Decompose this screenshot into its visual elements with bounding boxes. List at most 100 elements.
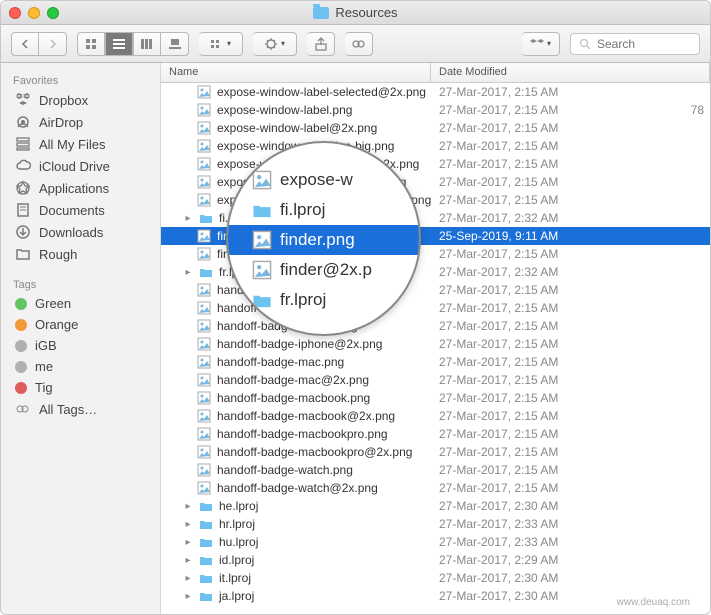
file-row[interactable]: handoff-badge-watch.png27-Mar-2017, 2:15… [161, 461, 710, 479]
file-list-pane: Name Date Modified expose-window-label-s… [161, 63, 710, 614]
tag-color-icon [15, 361, 27, 373]
tag-item-all-tags-[interactable]: All Tags… [1, 398, 160, 420]
tag-label: Tig [35, 380, 53, 395]
list-view-button[interactable] [105, 32, 133, 56]
image-file-icon [197, 247, 211, 261]
image-file-icon [197, 157, 211, 171]
tags-header: Tags [1, 275, 160, 293]
folder-icon [15, 246, 31, 262]
downloads-icon [15, 224, 31, 240]
file-date: 27-Mar-2017, 2:15 AM [439, 373, 558, 387]
tag-item-igb[interactable]: iGB [1, 335, 160, 356]
arrange-button[interactable]: ▾ [199, 32, 243, 56]
sidebar-item-rough[interactable]: Rough [1, 243, 160, 265]
file-row[interactable]: expose-window-selection-big@2x.png27-Mar… [161, 155, 710, 173]
file-date: 27-Mar-2017, 2:15 AM [439, 121, 558, 135]
image-file-icon [197, 373, 211, 387]
file-row[interactable]: ▸it.lproj27-Mar-2017, 2:30 AM [161, 569, 710, 587]
file-date: 27-Mar-2017, 2:15 AM [439, 445, 558, 459]
file-row[interactable]: handoff-badge-macbookpro@2x.png27-Mar-20… [161, 443, 710, 461]
file-row[interactable]: handoff-badge-ipad@2x.png27-Mar-2017, 2:… [161, 299, 710, 317]
image-file-icon [197, 121, 211, 135]
image-file-icon [197, 319, 211, 333]
search-input[interactable] [597, 37, 687, 51]
tag-item-green[interactable]: Green [1, 293, 160, 314]
dropbox-icon [15, 92, 31, 108]
file-name: hu.lproj [219, 535, 258, 549]
sidebar-item-airdrop[interactable]: AirDrop [1, 111, 160, 133]
titlebar[interactable]: Resources [1, 1, 710, 25]
allfiles-icon [15, 136, 31, 152]
file-row[interactable]: expose-window-label-selected@2x.png27-Ma… [161, 83, 710, 101]
file-name: handoff-badge-iphone@2x.png [217, 337, 382, 351]
file-row[interactable]: handoff-badge-macbook@2x.png27-Mar-2017,… [161, 407, 710, 425]
tag-color-icon [15, 319, 27, 331]
disclosure-triangle-icon[interactable]: ▸ [183, 519, 193, 530]
file-name: ja.lproj [219, 589, 254, 603]
image-file-icon [197, 229, 211, 243]
nav-buttons [11, 32, 67, 56]
file-row[interactable]: expose-window-selection-big.png27-Mar-20… [161, 137, 710, 155]
file-row[interactable]: handoff-badge-macbook.png27-Mar-2017, 2:… [161, 389, 710, 407]
file-name: handoff-badge-macbook@2x.png [217, 409, 395, 423]
finder-window: Resources ▾ ▾ ▾ [0, 0, 711, 615]
column-view-button[interactable] [133, 32, 161, 56]
image-file-icon [197, 139, 211, 153]
file-row[interactable]: handoff-badge-mac@2x.png27-Mar-2017, 2:1… [161, 371, 710, 389]
magnifier-row: expose-w [228, 165, 419, 195]
tag-item-tig[interactable]: Tig [1, 377, 160, 398]
sidebar-item-all-my-files[interactable]: All My Files [1, 133, 160, 155]
action-button[interactable]: ▾ [253, 32, 297, 56]
dropbox-button[interactable]: ▾ [522, 32, 560, 56]
tag-item-orange[interactable]: Orange [1, 314, 160, 335]
file-row[interactable]: ▸he.lproj27-Mar-2017, 2:30 AM [161, 497, 710, 515]
sidebar-item-dropbox[interactable]: Dropbox [1, 89, 160, 111]
search-field[interactable] [570, 33, 700, 55]
column-name-header[interactable]: Name [161, 63, 431, 82]
disclosure-triangle-icon[interactable]: ▸ [183, 573, 193, 584]
file-date: 27-Mar-2017, 2:30 AM [439, 499, 558, 513]
sidebar-item-documents[interactable]: Documents [1, 199, 160, 221]
sidebar-item-label: All My Files [39, 137, 105, 152]
sidebar: Favorites DropboxAirDropAll My FilesiClo… [1, 63, 161, 614]
file-row[interactable]: expose-window-label.png27-Mar-2017, 2:15… [161, 101, 710, 119]
file-row[interactable]: expose-window-label@2x.png27-Mar-2017, 2… [161, 119, 710, 137]
image-file-icon [197, 301, 211, 315]
tag-label: iGB [35, 338, 57, 353]
coverflow-view-button[interactable] [161, 32, 189, 56]
file-date: 27-Mar-2017, 2:15 AM [439, 103, 558, 117]
disclosure-triangle-icon[interactable]: ▸ [183, 555, 193, 566]
tags-button[interactable] [345, 32, 373, 56]
column-date-header[interactable]: Date Modified [431, 63, 710, 82]
sidebar-item-applications[interactable]: Applications [1, 177, 160, 199]
sidebar-item-icloud-drive[interactable]: iCloud Drive [1, 155, 160, 177]
icon-view-button[interactable] [77, 32, 105, 56]
disclosure-triangle-icon[interactable]: ▸ [183, 267, 193, 278]
file-row[interactable]: handoff-badge-iphone@2x.png27-Mar-2017, … [161, 335, 710, 353]
file-row[interactable]: ▸hu.lproj27-Mar-2017, 2:33 AM [161, 533, 710, 551]
file-row[interactable]: handoff-badge-macbookpro.png27-Mar-2017,… [161, 425, 710, 443]
disclosure-triangle-icon[interactable]: ▸ [183, 501, 193, 512]
share-button[interactable] [307, 32, 335, 56]
image-file-icon [197, 391, 211, 405]
image-file-icon [197, 445, 211, 459]
file-rows[interactable]: expose-window-label-selected@2x.png27-Ma… [161, 83, 710, 614]
file-name: id.lproj [219, 553, 254, 567]
forward-button[interactable] [39, 32, 67, 56]
file-row[interactable]: handoff-badge-watch@2x.png27-Mar-2017, 2… [161, 479, 710, 497]
sidebar-item-label: Downloads [39, 225, 103, 240]
file-date: 27-Mar-2017, 2:15 AM [439, 391, 558, 405]
file-row[interactable]: handoff-badge-mac.png27-Mar-2017, 2:15 A… [161, 353, 710, 371]
disclosure-triangle-icon[interactable]: ▸ [183, 537, 193, 548]
disclosure-triangle-icon[interactable]: ▸ [183, 591, 193, 602]
file-row[interactable]: ▸hr.lproj27-Mar-2017, 2:33 AM [161, 515, 710, 533]
file-row[interactable]: handoff-badge-iphone.png27-Mar-2017, 2:1… [161, 317, 710, 335]
sidebar-item-downloads[interactable]: Downloads [1, 221, 160, 243]
tag-item-me[interactable]: me [1, 356, 160, 377]
back-button[interactable] [11, 32, 39, 56]
image-file-icon [197, 481, 211, 495]
file-row[interactable]: ▸id.lproj27-Mar-2017, 2:29 AM [161, 551, 710, 569]
apps-icon [15, 180, 31, 196]
airdrop-icon [15, 114, 31, 130]
disclosure-triangle-icon[interactable]: ▸ [183, 213, 193, 224]
